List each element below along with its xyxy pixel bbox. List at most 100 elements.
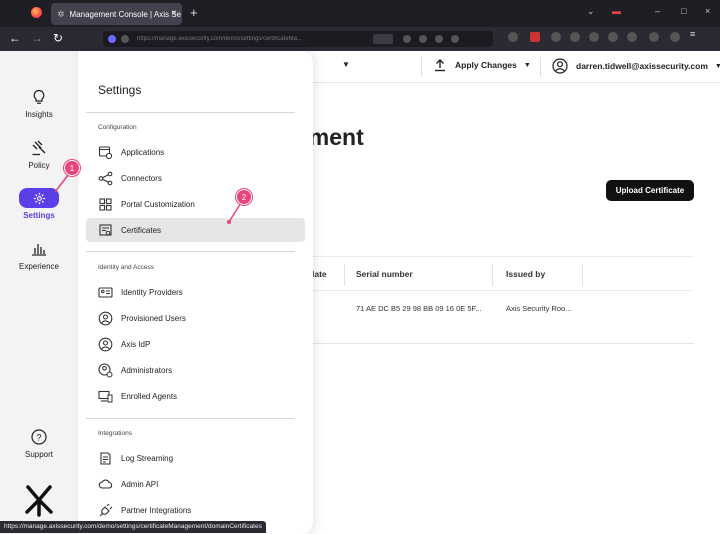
extension-icon[interactable] xyxy=(627,32,637,42)
user-menu[interactable]: darren.tidwell@axissecurity.com ▼ xyxy=(552,58,720,74)
header-divider xyxy=(540,57,541,77)
upload-icon xyxy=(435,59,445,72)
new-tab-icon[interactable]: + xyxy=(190,5,198,20)
divider xyxy=(86,112,295,113)
annotation-badge: 2 xyxy=(236,189,252,205)
menu-icon[interactable]: ≡ xyxy=(690,29,700,39)
user-circle-icon xyxy=(97,310,113,326)
menu-item-label: Connectors xyxy=(121,173,162,183)
reload-icon[interactable]: ↻ xyxy=(53,31,63,45)
grid-icon xyxy=(97,196,113,212)
menu-item-connectors[interactable]: Connectors xyxy=(86,166,305,190)
extension-icon[interactable] xyxy=(649,32,659,42)
tab-title: Management Console | Axis Se xyxy=(69,9,182,19)
user-dropdown-icon[interactable]: ▼ xyxy=(715,63,720,70)
rail-item-label: Support xyxy=(24,450,54,459)
back-icon[interactable]: ← xyxy=(9,31,21,45)
column-header[interactable]: Issued by xyxy=(506,269,545,279)
browser-tab[interactable]: ✲ Management Console | Axis Se × xyxy=(51,3,182,25)
firefox-icon xyxy=(31,7,42,18)
menu-item-label: Portal Customization xyxy=(121,199,195,209)
user-avatar-icon xyxy=(552,58,568,74)
settings-title: Settings xyxy=(98,83,142,97)
url-action-icon[interactable] xyxy=(451,35,459,43)
extension-icon[interactable] xyxy=(670,32,680,42)
maximize-icon[interactable]: □ xyxy=(681,6,686,16)
rail-item-label: Settings xyxy=(23,211,55,220)
url-action-icon[interactable] xyxy=(419,35,427,43)
rail-item-insights[interactable]: Insights xyxy=(0,88,78,119)
rail-item-label: Insights xyxy=(25,110,53,119)
section-label: Configuration xyxy=(98,124,137,131)
extension-icon[interactable] xyxy=(508,32,518,42)
left-nav-rail: Insights Policy Settings Experience ? Su… xyxy=(0,51,78,534)
url-text: https://manage.axissecurity.com/demo/set… xyxy=(137,36,302,42)
apply-changes-label: Apply Changes xyxy=(455,60,517,70)
menu-item-admin-api[interactable]: Admin API xyxy=(86,472,305,496)
cloud-api-icon xyxy=(97,476,113,492)
upload-certificate-button[interactable]: Upload Certificate xyxy=(606,180,694,201)
column-separator xyxy=(344,264,345,286)
user-circle-icon xyxy=(97,336,113,352)
user-email: darren.tidwell@axissecurity.com xyxy=(576,61,708,71)
header-divider xyxy=(421,57,422,77)
menu-item-portal-customization[interactable]: Portal Customization xyxy=(86,192,305,216)
extension-icon[interactable] xyxy=(530,32,540,42)
url-action-icon[interactable] xyxy=(435,35,443,43)
minimize-icon[interactable]: – xyxy=(655,6,660,16)
bar-chart-icon xyxy=(29,240,49,258)
log-stream-icon xyxy=(97,450,113,466)
serial-number-cell: 71 AE DC B5 29 98 BB 09 16 0E 5F... xyxy=(356,304,482,313)
extension-icon[interactable] xyxy=(589,32,599,42)
menu-item-label: Administrators xyxy=(121,365,173,375)
table-row[interactable]: 71 AE DC B5 29 98 BB 09 16 0E 5F... Axis… xyxy=(296,291,694,344)
shield-icon xyxy=(108,35,116,43)
column-header[interactable]: late xyxy=(312,269,327,279)
column-header[interactable]: Serial number xyxy=(356,269,413,279)
id-card-icon xyxy=(97,284,113,300)
menu-item-log-streaming[interactable]: Log Streaming xyxy=(86,446,305,470)
reader-badge xyxy=(373,34,393,44)
flag-icon: ▬ xyxy=(612,6,621,16)
menu-item-label: Axis IdP xyxy=(121,339,151,349)
menu-item-identity-providers[interactable]: Identity Providers xyxy=(86,280,305,304)
plug-icon xyxy=(97,502,113,518)
extension-icon[interactable] xyxy=(551,32,561,42)
rail-item-settings[interactable]: Settings xyxy=(0,188,78,220)
issued-by-cell: Axis Security Roo... xyxy=(506,304,572,313)
menu-item-provisioned-users[interactable]: Provisioned Users xyxy=(86,306,305,330)
devices-icon xyxy=(97,388,113,404)
app: ▼ Apply Changes ▼ darren.tidwell@axissec… xyxy=(0,51,720,534)
tab-close-icon[interactable]: × xyxy=(171,8,177,19)
menu-item-label: Applications xyxy=(121,147,165,157)
browser-tab-bar: ✲ Management Console | Axis Se × + ⌄ ▬ –… xyxy=(0,0,720,27)
url-action-icon[interactable] xyxy=(403,35,411,43)
extension-icon[interactable] xyxy=(608,32,618,42)
tab-list-icon[interactable]: ⌄ xyxy=(587,6,595,17)
rail-item-label: Policy xyxy=(28,161,50,170)
apply-changes-button[interactable]: Apply Changes ▼ xyxy=(433,58,531,72)
axis-logo-icon xyxy=(22,483,56,522)
lock-icon xyxy=(121,35,129,43)
divider xyxy=(86,418,295,419)
annotation-badge: 1 xyxy=(64,160,80,176)
rail-item-support[interactable]: ? Support xyxy=(0,428,78,459)
menu-item-enrolled-agents[interactable]: Enrolled Agents xyxy=(86,384,305,408)
menu-item-certificates[interactable]: Certificates xyxy=(86,218,305,242)
svg-text:?: ? xyxy=(36,433,41,443)
menu-item-axis-idp[interactable]: Axis IdP xyxy=(86,332,305,356)
tenant-dropdown-icon[interactable]: ▼ xyxy=(342,60,350,69)
menu-item-administrators[interactable]: Administrators xyxy=(86,358,305,382)
menu-item-applications[interactable]: Applications xyxy=(86,140,305,164)
rail-item-experience[interactable]: Experience xyxy=(0,240,78,271)
rail-item-label: Experience xyxy=(18,262,60,271)
apply-dropdown-icon[interactable]: ▼ xyxy=(524,62,531,69)
extension-icon[interactable] xyxy=(570,32,580,42)
menu-item-partner-integrations[interactable]: Partner Integrations xyxy=(86,498,305,522)
section-label: Identity and Access xyxy=(98,264,155,271)
tab-favicon-icon: ✲ xyxy=(57,9,65,19)
status-bar-url: https://manage.axissecurity.com/demo/set… xyxy=(0,521,266,533)
url-bar[interactable]: https://manage.axissecurity.com/demo/set… xyxy=(103,31,493,47)
window-close-icon[interactable]: × xyxy=(705,6,710,16)
forward-icon[interactable]: → xyxy=(31,31,43,45)
